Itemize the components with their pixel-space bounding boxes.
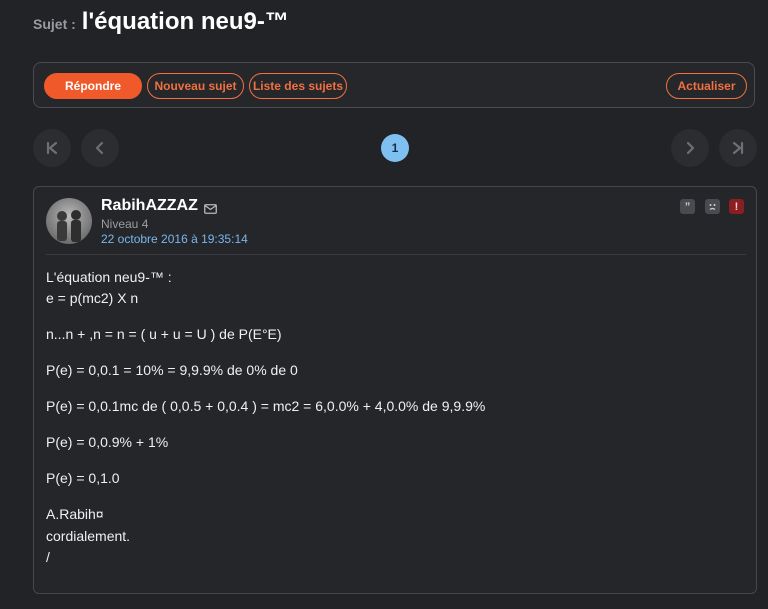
- post-line: P(e) = 0,0.1 = 10% = 9,9.9% de 0% de 0: [46, 362, 298, 378]
- pagination: 1: [33, 129, 757, 167]
- quote-icon[interactable]: ”: [680, 199, 695, 214]
- post-line: P(e) = 0,0.9% + 1%: [46, 434, 169, 450]
- author-rank: Niveau 4: [101, 217, 149, 231]
- post-line: L'équation neu9-™ :: [46, 269, 172, 285]
- new-topic-button[interactable]: Nouveau sujet: [147, 73, 244, 99]
- topic-title[interactable]: l'équation neu9-™: [82, 8, 289, 36]
- post-line: n...n + ,n = n = ( u + u = U ) de P(E°E): [46, 326, 282, 342]
- post-line: P(e) = 0,0.1mc de ( 0,0.5 + 0,0.4 ) = mc…: [46, 398, 486, 414]
- avatar[interactable]: [46, 198, 92, 244]
- current-page[interactable]: 1: [381, 134, 409, 162]
- post-line: A.Rabih¤: [46, 506, 104, 522]
- author-name[interactable]: RabihAZZAZ: [101, 197, 198, 215]
- mail-icon[interactable]: [204, 201, 217, 219]
- last-page-icon[interactable]: [719, 129, 757, 167]
- prev-page-icon[interactable]: [81, 129, 119, 167]
- first-page-icon[interactable]: [33, 129, 71, 167]
- post-line: e = p(mc2) X n: [46, 290, 139, 306]
- post-divider: [46, 254, 746, 255]
- forum-post: RabihAZZAZ Niveau 4 22 octobre 2016 à 19…: [33, 186, 757, 594]
- topic-list-button[interactable]: Liste des sujets: [249, 73, 347, 99]
- topic-header: Sujet : l'équation neu9-™: [33, 8, 289, 36]
- report-icon[interactable]: !: [729, 199, 744, 214]
- post-line: cordialement.: [46, 528, 131, 544]
- sad-face-icon[interactable]: [705, 199, 720, 214]
- reply-button[interactable]: Répondre: [44, 73, 142, 99]
- post-line: /: [46, 549, 50, 565]
- post-date[interactable]: 22 octobre 2016 à 19:35:14: [101, 232, 248, 246]
- post-line: P(e) = 0,1.0: [46, 470, 120, 486]
- refresh-button[interactable]: Actualiser: [666, 73, 747, 99]
- topic-prefix: Sujet :: [33, 16, 76, 32]
- topic-toolbar: Répondre Nouveau sujet Liste des sujets …: [33, 62, 755, 108]
- next-page-icon[interactable]: [671, 129, 709, 167]
